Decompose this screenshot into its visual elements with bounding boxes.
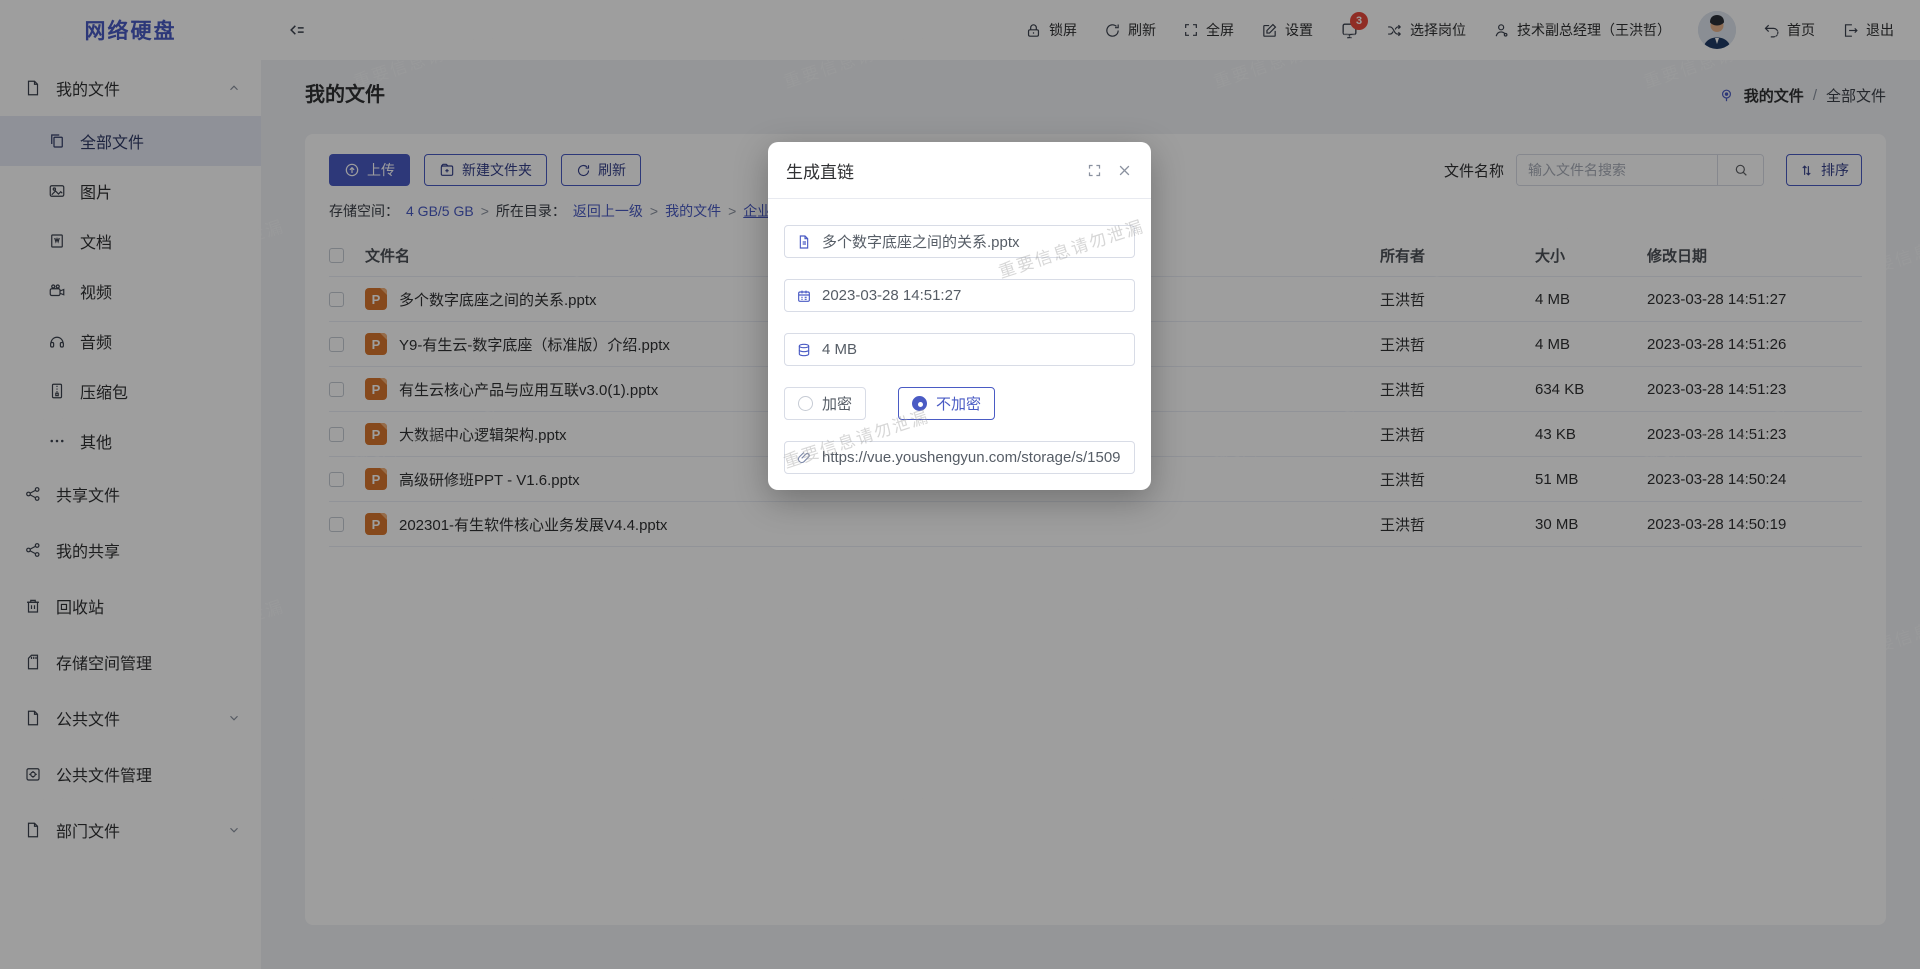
direct-link-field[interactable]: https://vue.youshengyun.com/storage/s/15… [784, 441, 1135, 474]
close-icon[interactable] [1117, 163, 1132, 178]
database-icon [796, 342, 812, 358]
modal-title: 生成直链 [786, 158, 854, 183]
file-icon [796, 234, 812, 250]
file-date-value: 2023-03-28 14:51:27 [822, 287, 961, 304]
encryption-options: 加密 不加密 [784, 387, 1135, 420]
no-encrypt-label: 不加密 [936, 393, 981, 414]
encrypt-radio[interactable]: 加密 [784, 387, 866, 420]
modal-body: 多个数字底座之间的关系.pptx 2023-03-28 14:51:27 4 M… [768, 199, 1151, 474]
direct-link-value: https://vue.youshengyun.com/storage/s/15… [822, 449, 1121, 466]
file-name-value: 多个数字底座之间的关系.pptx [822, 231, 1020, 252]
radio-checked-icon [912, 396, 927, 411]
file-size-field[interactable]: 4 MB [784, 333, 1135, 366]
radio-unchecked-icon [798, 396, 813, 411]
file-name-field[interactable]: 多个数字底座之间的关系.pptx [784, 225, 1135, 258]
modal-header: 生成直链 [768, 142, 1151, 199]
encrypt-label: 加密 [822, 393, 852, 414]
no-encrypt-radio[interactable]: 不加密 [898, 387, 995, 420]
calendar-icon [796, 288, 812, 304]
paperclip-icon [796, 450, 812, 466]
file-date-field[interactable]: 2023-03-28 14:51:27 [784, 279, 1135, 312]
maximize-icon[interactable] [1087, 163, 1102, 178]
generate-link-modal: 生成直链 多个数字底座之间的关系.pptx 2023-03-28 14:51:2… [768, 142, 1151, 490]
file-size-value: 4 MB [822, 341, 857, 358]
